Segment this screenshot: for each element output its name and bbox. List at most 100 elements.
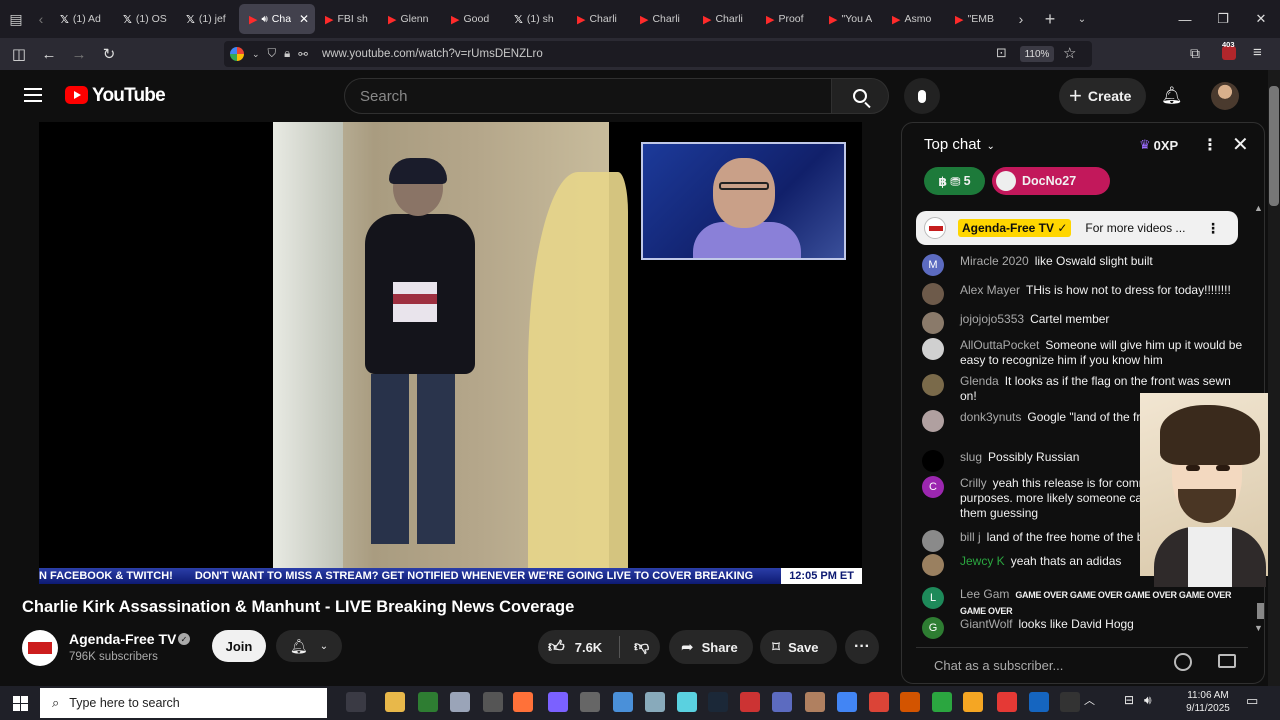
chat-author[interactable]: Glenda bbox=[960, 374, 999, 388]
zoom-level[interactable]: 110% bbox=[1020, 46, 1054, 62]
chat-author[interactable]: AllOuttaPocket bbox=[960, 338, 1039, 352]
channel-name[interactable]: Agenda-Free TV bbox=[69, 631, 176, 647]
shield-icon[interactable]: ⛉ bbox=[268, 48, 277, 61]
notes-icon[interactable] bbox=[677, 692, 697, 712]
browser-tab[interactable]: ▶ Charli bbox=[567, 4, 630, 34]
search-input[interactable]: Search bbox=[344, 78, 832, 114]
google-icon[interactable] bbox=[230, 47, 244, 61]
picture-icon[interactable] bbox=[805, 692, 825, 712]
chat-scroll-up-icon[interactable]: ▲ bbox=[1254, 203, 1263, 213]
steam-icon[interactable] bbox=[708, 692, 728, 712]
media-icon[interactable] bbox=[963, 692, 983, 712]
chat-author[interactable]: Lee Gam bbox=[960, 587, 1009, 601]
chat-message[interactable]: jojojojo5353 Cartel member bbox=[922, 312, 1248, 334]
menu-icon[interactable] bbox=[24, 88, 42, 102]
notifications-bell-icon[interactable]: 🔔︎ bbox=[1161, 86, 1183, 106]
chevron-down-icon[interactable]: ⌄ bbox=[252, 49, 260, 60]
more-actions-button[interactable]: ··· bbox=[845, 630, 879, 664]
arrow-app-icon[interactable] bbox=[837, 692, 857, 712]
browser-tab[interactable]: ▶ Glenn bbox=[378, 4, 441, 34]
browser-tab[interactable]: ▶ Charli bbox=[693, 4, 756, 34]
tse-icon[interactable] bbox=[1060, 692, 1080, 712]
shield-app-icon[interactable] bbox=[932, 692, 952, 712]
browser-tab[interactable]: ▶ Asmo bbox=[882, 4, 945, 34]
dislike-button[interactable]: 👎︎ bbox=[620, 638, 649, 656]
epic-games-icon[interactable] bbox=[580, 692, 600, 712]
browser-tab[interactable]: 𝕏 (1) jef bbox=[176, 4, 239, 34]
video-player[interactable]: N FACEBOOK & TWITCH! DON'T WANT TO MISS … bbox=[39, 122, 862, 584]
browser-tab[interactable]: ▶ "You A bbox=[819, 4, 882, 34]
browser-tab[interactable]: ▶ 🔊︎ Cha ✕ bbox=[239, 4, 315, 34]
game2-icon[interactable] bbox=[900, 692, 920, 712]
channel-avatar[interactable] bbox=[22, 630, 58, 666]
extensions-icon[interactable]: ⧉ bbox=[1190, 45, 1200, 62]
show-hidden-icons[interactable]: ︿ bbox=[1084, 695, 1095, 708]
app-menu-icon[interactable]: ≡ bbox=[1253, 44, 1262, 61]
network-icon[interactable]: ⊟ bbox=[1124, 694, 1134, 707]
browser-tab[interactable]: ▶ Good bbox=[441, 4, 504, 34]
tab-list-icon[interactable]: ▤ bbox=[0, 0, 32, 38]
forward-icon[interactable]: → bbox=[64, 38, 94, 70]
close-tab-icon[interactable]: ✕ bbox=[299, 12, 309, 26]
firefox-icon[interactable] bbox=[513, 692, 533, 712]
speaker-icon[interactable]: 🔊︎ bbox=[261, 14, 267, 25]
save-button[interactable]: ⌑ Save bbox=[760, 630, 837, 664]
back-icon[interactable]: ← bbox=[34, 38, 64, 70]
permissions-icon[interactable]: ⚯ bbox=[298, 47, 308, 61]
voice-search-button[interactable] bbox=[904, 78, 940, 114]
bookmark-star-icon[interactable]: ☆ bbox=[1063, 44, 1076, 62]
url-text[interactable]: www.youtube.com/watch?v=rUmsDENZLro bbox=[322, 48, 543, 60]
super-chat-icon[interactable] bbox=[1218, 654, 1236, 668]
browser-tab[interactable]: 𝕏 (1) OS bbox=[113, 4, 176, 34]
close-chat-icon[interactable]: ✕ bbox=[1232, 132, 1249, 157]
address-bar[interactable]: ⌄ ⛉ 🔒︎ ⚯ www.youtube.com/watch?v=rUmsDEN… bbox=[224, 41, 1092, 67]
file-explorer-icon[interactable] bbox=[385, 692, 405, 712]
chat-author[interactable]: donk3ynuts bbox=[960, 410, 1021, 424]
sidebar-toggle-icon[interactable]: ◫ bbox=[4, 38, 34, 70]
create-button[interactable]: + Create bbox=[1059, 78, 1146, 114]
reload-icon[interactable]: ↻ bbox=[94, 38, 124, 70]
page-scrollbar-thumb[interactable] bbox=[1269, 86, 1279, 206]
chat-author[interactable]: slug bbox=[960, 450, 982, 464]
pinned-options-icon[interactable]: ⋮ bbox=[1206, 220, 1220, 237]
youtube-logo-text[interactable]: YouTube bbox=[92, 85, 166, 107]
windows-start-icon[interactable] bbox=[0, 686, 40, 720]
user-avatar[interactable] bbox=[1211, 82, 1239, 110]
like-button[interactable]: 👍︎ 7.6K bbox=[538, 636, 620, 658]
malwarebytes-icon[interactable] bbox=[1029, 692, 1049, 712]
chat-input[interactable]: Chat as a subscriber... bbox=[916, 647, 1248, 679]
browser-tab[interactable]: ▶ Charli bbox=[630, 4, 693, 34]
vs-icon[interactable] bbox=[772, 692, 792, 712]
xp-badge[interactable]: ♛ 0XP bbox=[1139, 137, 1178, 153]
chat-scrollbar-thumb[interactable] bbox=[1257, 603, 1264, 619]
chat-author[interactable]: Jewcy K bbox=[960, 554, 1005, 568]
tab-overflow-icon[interactable]: ⌄ bbox=[1066, 0, 1098, 38]
chat-message[interactable]: G GiantWolf looks like David Hogg bbox=[922, 617, 1248, 639]
tablet-icon[interactable] bbox=[450, 692, 470, 712]
volume-icon[interactable]: 🔊︎ bbox=[1144, 694, 1152, 707]
browser-tab[interactable]: 𝕏 (1) Ad bbox=[50, 4, 113, 34]
chat-message[interactable]: L Lee Gam GAME OVER GAME OVER GAME OVER GA… bbox=[922, 587, 1248, 619]
gift-badge[interactable]: ฿ ⛃ 5 bbox=[924, 167, 985, 195]
minimize-icon[interactable]: — bbox=[1166, 0, 1204, 38]
chat-message[interactable]: AllOuttaPocket Someone will give him up i… bbox=[922, 338, 1248, 368]
new-tab-icon[interactable]: + bbox=[1034, 0, 1066, 38]
mail-icon[interactable] bbox=[613, 692, 633, 712]
task-view-icon[interactable] bbox=[346, 692, 366, 712]
map-icon[interactable] bbox=[645, 692, 665, 712]
chat-options-icon[interactable]: ⋮ bbox=[1202, 135, 1218, 155]
chrome-icon[interactable] bbox=[869, 692, 889, 712]
chat-author[interactable]: bill j bbox=[960, 530, 981, 544]
join-button[interactable]: Join bbox=[212, 630, 266, 662]
notification-center-icon[interactable]: ▭ bbox=[1246, 694, 1258, 707]
chat-scroll-down-icon[interactable]: ▼ bbox=[1254, 623, 1263, 633]
chat-author[interactable]: Alex Mayer bbox=[960, 283, 1020, 297]
chat-message[interactable]: M Miracle 2020 like Oswald slight built bbox=[922, 254, 1248, 276]
browser-tab[interactable]: 𝕏 (1) sh bbox=[504, 4, 567, 34]
ea-icon[interactable] bbox=[997, 692, 1017, 712]
game-icon[interactable] bbox=[740, 692, 760, 712]
subscription-bell-button[interactable]: 🔔︎ ⌄ bbox=[276, 630, 342, 662]
chat-author[interactable]: Miracle 2020 bbox=[960, 254, 1029, 268]
chat-author[interactable]: GiantWolf bbox=[960, 617, 1012, 631]
taskbar-clock[interactable]: 11:06 AM 9/11/2025 bbox=[1178, 689, 1238, 715]
